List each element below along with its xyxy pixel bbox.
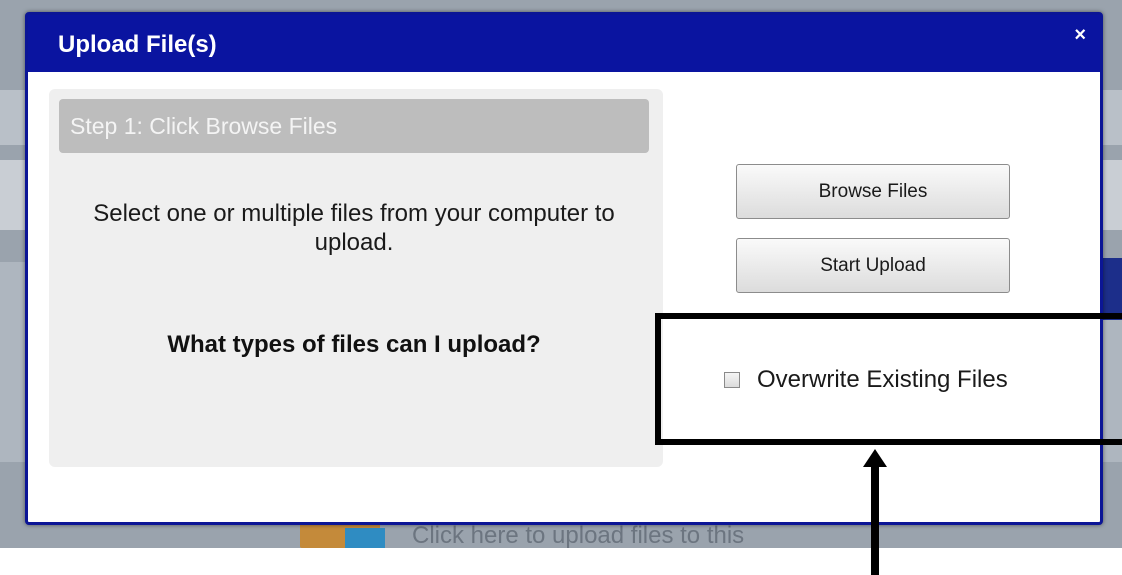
step-header-label: Step 1: Click Browse Files [70, 113, 338, 139]
step-panel: Step 1: Click Browse Files Select one or… [49, 89, 663, 467]
upload-dialog: Upload File(s) × Step 1: Click Browse Fi… [25, 12, 1103, 525]
file-types-link[interactable]: What types of files can I upload? [59, 331, 649, 359]
close-icon[interactable]: × [1074, 25, 1086, 45]
overwrite-checkbox[interactable] [724, 372, 740, 388]
background-footer-text: Click here to upload files to this [412, 522, 745, 548]
background-upload-icon [345, 528, 385, 548]
browse-files-button[interactable]: Browse Files [736, 164, 1010, 219]
start-upload-button[interactable]: Start Upload [736, 238, 1010, 293]
dialog-title: Upload File(s) [58, 31, 217, 58]
step-header: Step 1: Click Browse Files [59, 99, 649, 153]
step-description: Select one or multiple files from your c… [93, 200, 615, 256]
overwrite-label[interactable]: Overwrite Existing Files [757, 365, 1008, 395]
screenshot-stage: Click here to upload files to this Uploa… [0, 0, 1122, 575]
dialog-header: Upload File(s) × [28, 15, 1100, 72]
background-accent-strip [1102, 258, 1122, 320]
